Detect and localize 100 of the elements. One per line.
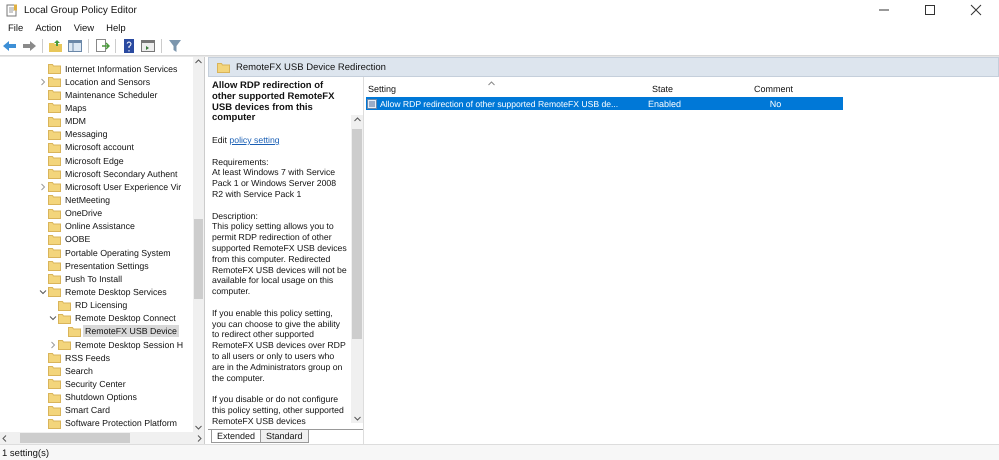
folder-icon (48, 247, 61, 258)
description-text: Description: This policy setting allows you to permit RDP redirection of other supported RemoteFX USB devices from this computer. Redirected RemoteFX USB devices will not be available for local usage on this computer. (212, 210, 348, 297)
folder-up-icon[interactable] (48, 38, 64, 54)
folder-icon (48, 418, 61, 429)
folder-icon (58, 339, 71, 350)
menu-item[interactable]: Action (29, 22, 68, 34)
vertical-scrollbar[interactable] (193, 57, 204, 432)
scroll-up-icon[interactable] (194, 57, 203, 66)
app-icon (6, 4, 18, 16)
description-text: If you disable or do not configure this policy setting, other supported RemoteFX USB devices (212, 394, 345, 426)
folder-icon (48, 220, 61, 232)
folder-icon (48, 142, 61, 153)
tree-item[interactable]: Online Assistance (63, 220, 137, 232)
folder-icon (48, 76, 61, 88)
menu-item[interactable]: Help (100, 22, 132, 34)
scroll-right-icon[interactable] (195, 434, 204, 442)
tree-item[interactable]: Portable Operating System (63, 246, 173, 259)
folder-icon (48, 365, 61, 376)
folder-icon (48, 116, 61, 127)
policy-setting-icon (367, 98, 377, 108)
window-title: Local Group Policy Editor (24, 4, 137, 16)
tree-item[interactable]: Push To Install (63, 272, 124, 285)
folder-icon (48, 155, 61, 166)
sort-caret-icon (488, 81, 495, 86)
table-cell-text: No (768, 98, 782, 108)
tree-item[interactable]: Software Protection Platform (63, 417, 179, 430)
folder-icon (48, 102, 61, 114)
folder-icon (48, 208, 61, 219)
folder-icon (48, 273, 61, 284)
folder-icon (48, 378, 61, 390)
pane-toggle-icon[interactable] (67, 38, 83, 54)
status-text: 1 setting(s) (2, 448, 49, 458)
tree-item[interactable]: RD Licensing (73, 299, 130, 312)
folder-icon (48, 352, 61, 364)
expand-chevron-icon[interactable] (38, 182, 48, 192)
tree-item[interactable]: RSS Feeds (63, 352, 112, 364)
folder-icon (48, 234, 61, 245)
expand-chevron-icon[interactable] (48, 340, 58, 350)
folder-icon (48, 392, 61, 403)
policy-setting-link[interactable]: policy setting (229, 134, 280, 145)
folder-icon (48, 194, 61, 206)
filter-icon[interactable] (167, 38, 183, 54)
tree-item[interactable]: Smart Card (63, 404, 112, 416)
scroll-up-icon[interactable] (352, 115, 362, 124)
window-icon[interactable] (140, 38, 156, 54)
tree-item[interactable]: Internet Information Services (63, 62, 180, 75)
menu-item[interactable]: View (68, 22, 100, 34)
scroll-left-icon[interactable] (0, 434, 9, 442)
tree-item[interactable]: Remote Desktop Session H (73, 338, 186, 351)
tree-item[interactable]: MDM (63, 115, 88, 128)
tree-item[interactable]: Messaging (63, 128, 110, 140)
tree-item[interactable]: Maps (63, 102, 89, 114)
horizontal-scrollbar[interactable] (0, 432, 204, 444)
folder-icon (68, 326, 81, 337)
column-header[interactable]: Setting (364, 84, 619, 94)
policy-title: Allow RDP redirection of other supported RemoteFX USB devices from this computer (212, 81, 336, 124)
folder-icon (48, 63, 61, 74)
folder-icon (48, 168, 61, 180)
tree-item[interactable]: Shutdown Options (63, 391, 139, 404)
expand-chevron-icon[interactable] (38, 76, 48, 87)
tree-item[interactable]: Security Center (63, 378, 128, 390)
folder-icon (58, 312, 71, 324)
view-tab[interactable]: Extended (211, 430, 262, 443)
table-cell: Allow RDP redirection of other supported RemoteFX USB de... (380, 98, 618, 108)
tree-item[interactable]: Microsoft User Experience Vir (63, 180, 184, 193)
scrollbar-thumb[interactable] (194, 219, 203, 299)
folder-icon (217, 62, 230, 72)
scroll-down-icon[interactable] (352, 414, 362, 423)
requirements-text: Requirements: At least Windows 7 with Service Pack 1 or Windows Server 2008 R2 with Service Pack 1 (212, 156, 338, 200)
folder-icon (48, 181, 61, 192)
column-header[interactable]: Comment (706, 84, 841, 94)
scroll-down-icon[interactable] (194, 423, 203, 432)
tree-item[interactable]: Microsoft Edge (63, 154, 126, 167)
folder-icon (48, 260, 61, 272)
folder-icon (58, 300, 71, 311)
folder-icon (48, 286, 61, 298)
tree-item[interactable]: Maintenance Scheduler (63, 88, 160, 101)
edit-label: Edit (212, 134, 227, 145)
tree-item[interactable]: NetMeeting (63, 194, 112, 206)
tree-item[interactable]: Location and Sensors (63, 76, 152, 88)
tree-item[interactable]: OneDrive (63, 207, 104, 220)
tree-item[interactable]: RemoteFX USB Device (83, 325, 179, 338)
tree-item[interactable]: OOBE (63, 233, 92, 246)
table-row[interactable]: Allow RDP redirection of other supported RemoteFX USB de... Enabled No (366, 97, 843, 110)
export-list-icon[interactable] (94, 38, 110, 54)
tree-item[interactable]: Microsoft account (63, 141, 136, 154)
column-header[interactable]: State (619, 84, 706, 94)
tree-item[interactable]: Remote Desktop Connect (73, 312, 178, 324)
folder-header-title: RemoteFX USB Device Redirection (236, 62, 386, 72)
tree-item[interactable]: Microsoft Secondary Authent (63, 168, 180, 180)
scrollbar-thumb[interactable] (352, 129, 362, 339)
tree-item[interactable]: Remote Desktop Services (63, 286, 169, 298)
folder-icon (48, 128, 61, 140)
folder-icon (48, 89, 61, 100)
vertical-scrollbar[interactable] (351, 115, 363, 423)
help-icon[interactable] (121, 38, 137, 54)
tree-item[interactable]: Presentation Settings (63, 260, 151, 272)
tree-item[interactable]: Search (63, 364, 95, 377)
menu-item[interactable]: File (2, 22, 30, 34)
view-tab[interactable]: Standard (260, 430, 309, 443)
